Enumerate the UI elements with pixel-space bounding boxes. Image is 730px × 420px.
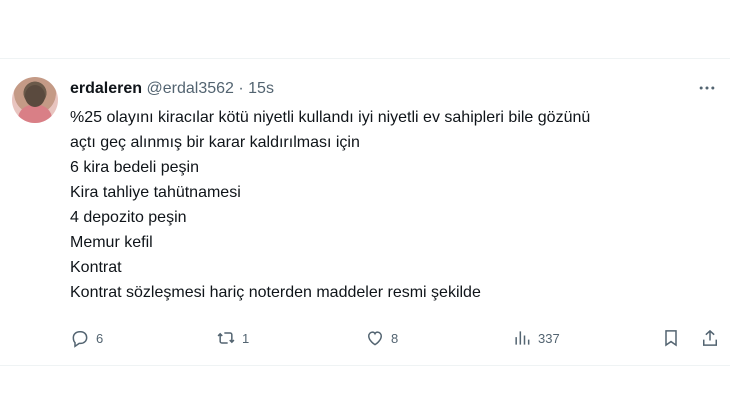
like-count: 8 <box>391 330 399 346</box>
repost-count: 1 <box>242 330 250 346</box>
like-button[interactable]: 8 <box>365 328 398 348</box>
reply-button[interactable]: 6 <box>70 328 103 348</box>
avatar[interactable] <box>12 77 58 123</box>
bookmark-icon <box>665 330 677 347</box>
action-bar: 6 1 8 337 <box>0 328 730 352</box>
author-name[interactable]: erdaleren <box>70 80 142 97</box>
reply-icon <box>72 331 88 348</box>
tweet-time[interactable]: 15s <box>248 80 274 97</box>
tweet-line: Kontrat <box>70 259 122 276</box>
reply-count: 6 <box>96 330 104 346</box>
tweet-text: %25 olayını kiracılar kötü niyetli kulla… <box>70 105 710 305</box>
author-handle[interactable]: @erdal3562 <box>147 80 234 97</box>
tweet-line: Kontrat sözleşmesi hariç noterden maddel… <box>70 284 481 301</box>
tweet[interactable]: erdaleren @erdal3562 · 15s %25 olayını k… <box>0 59 730 365</box>
avatar-face <box>25 85 45 107</box>
repost-button[interactable]: 1 <box>216 328 249 348</box>
tweet-line: açtı geç alınmış bir karar kaldırılması … <box>70 134 360 151</box>
avatar-body <box>18 105 52 123</box>
separator-dot: · <box>238 80 244 97</box>
bottom-divider <box>0 365 730 366</box>
more-icon[interactable] <box>696 77 718 99</box>
views-button[interactable]: 337 <box>512 328 560 348</box>
tweet-header: erdaleren @erdal3562 · 15s <box>70 79 274 99</box>
tweet-line: 6 kira bedeli peşin <box>70 159 199 176</box>
tweet-line: Kira tahliye tahütnamesi <box>70 184 241 201</box>
repost-icon <box>217 332 235 344</box>
tweet-line: Memur kefil <box>70 234 153 251</box>
share-icon <box>703 329 717 346</box>
tweet-line: %25 olayını kiracılar kötü niyetli kulla… <box>70 109 591 126</box>
views-icon <box>515 331 530 345</box>
heart-icon <box>367 331 383 346</box>
tweet-line: 4 depozito peşin <box>70 209 187 226</box>
views-count: 337 <box>538 330 560 346</box>
bookmark-button[interactable] <box>661 328 681 348</box>
share-button[interactable] <box>700 328 720 348</box>
